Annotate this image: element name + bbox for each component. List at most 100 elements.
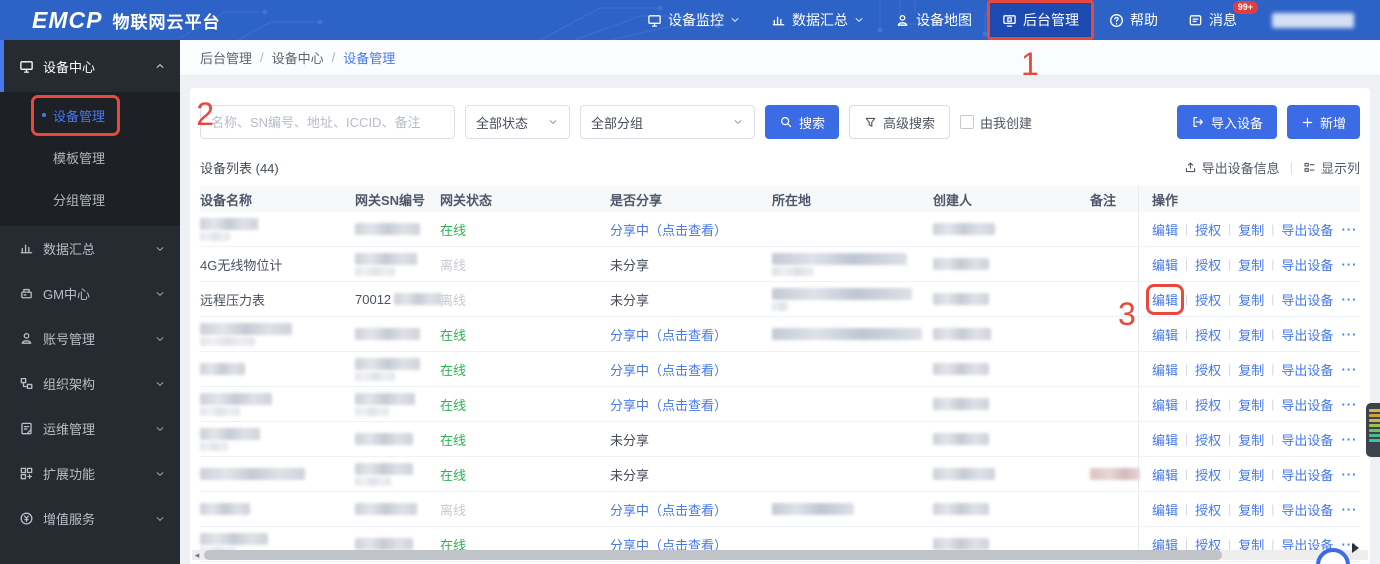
op-edit-link[interactable]: 编辑 [1152, 465, 1178, 484]
nav-item-device-map[interactable]: 设备地图 [880, 0, 987, 40]
op-more-link[interactable]: ··· [1341, 292, 1357, 307]
op-more-link[interactable]: ··· [1341, 432, 1357, 447]
breadcrumb-item[interactable]: 设备管理 [343, 48, 395, 67]
op-copy-link[interactable]: 复制 [1238, 395, 1264, 414]
op-edit-link[interactable]: 编辑 3 [1118, 283, 1185, 330]
op-more-link[interactable]: ··· [1341, 222, 1357, 237]
gateway-status: 在线 [440, 397, 467, 413]
op-export-device-link[interactable]: 导出设备 [1281, 290, 1333, 309]
columns-icon [1303, 161, 1316, 174]
op-edit-link[interactable]: 编辑 [1152, 325, 1178, 344]
floating-side-widget[interactable] [1366, 403, 1380, 457]
sidebar-section-org-structure: 组织架构 [0, 361, 180, 406]
sidebar-item-group-manage[interactable]: 分组管理 [0, 178, 180, 220]
op-more-link[interactable]: ··· [1341, 257, 1357, 272]
op-edit-link[interactable]: 编辑 [1152, 255, 1178, 274]
op-copy-link[interactable]: 复制 [1238, 325, 1264, 344]
op-edit-link[interactable]: 编辑 [1152, 360, 1178, 379]
op-copy-link[interactable]: 复制 [1238, 255, 1264, 274]
advanced-search-button[interactable]: 高级搜索 [849, 105, 951, 139]
op-edit-link[interactable]: 编辑 [1152, 430, 1178, 449]
op-more-link[interactable]: ··· [1341, 467, 1357, 482]
sidebar-item-value-service[interactable]: 增值服务 [0, 496, 180, 541]
share-status-link[interactable]: 分享中（点击查看） [610, 220, 727, 239]
annotation-step-1: 1 [1021, 46, 1039, 82]
op-copy-link[interactable]: 复制 [1238, 430, 1264, 449]
nav-item-message[interactable]: 消息 99+ [1173, 0, 1258, 40]
op-export-device-link[interactable]: 导出设备 [1281, 395, 1333, 414]
floating-collapse-arrow[interactable] [1352, 543, 1359, 553]
sidebar-item-device-manage[interactable]: 设备管理 2 [0, 94, 214, 136]
sidebar-item-gm-center[interactable]: GM中心 [0, 271, 180, 316]
sidebar-item-template-manage[interactable]: 模板管理 [0, 136, 180, 178]
op-copy-link[interactable]: 复制 [1238, 290, 1264, 309]
search-button[interactable]: 搜索 [765, 105, 840, 139]
op-export-device-link[interactable]: 导出设备 [1281, 220, 1333, 239]
share-status-link[interactable]: 分享中（点击查看） [610, 500, 727, 519]
op-export-device-link[interactable]: 导出设备 [1281, 325, 1333, 344]
sidebar-item-device-center[interactable]: 设备中心 [0, 40, 180, 92]
op-more-link[interactable]: ··· [1341, 362, 1357, 377]
add-device-button[interactable]: 新增 [1286, 105, 1360, 139]
op-copy-link[interactable]: 复制 [1238, 220, 1264, 239]
scroll-left-arrow[interactable]: ◂ [192, 550, 202, 560]
share-status-link[interactable]: 分享中（点击查看） [610, 360, 727, 379]
op-export-device-link[interactable]: 导出设备 [1281, 500, 1333, 519]
op-copy-link[interactable]: 复制 [1238, 465, 1264, 484]
op-export-device-link[interactable]: 导出设备 [1281, 255, 1333, 274]
op-authorize-link[interactable]: 授权 [1195, 500, 1221, 519]
show-columns-link[interactable]: 显示列 [1303, 158, 1360, 177]
share-status-link[interactable]: 分享中（点击查看） [610, 325, 727, 344]
group-select[interactable]: 全部分组 [580, 105, 755, 139]
breadcrumb-item[interactable]: 后台管理 [200, 48, 252, 67]
redacted-blur [933, 223, 995, 235]
horizontal-scrollbar[interactable]: ◂ [192, 550, 1368, 560]
sidebar-item-org-structure[interactable]: 组织架构 [0, 361, 180, 406]
nav-item-admin-manage[interactable]: 后台管理 1 [987, 0, 1094, 80]
sidebar-item-extend-func[interactable]: 扩展功能 [0, 451, 180, 496]
op-edit-link[interactable]: 编辑 [1152, 500, 1178, 519]
sidebar-child-label: 分组管理 [53, 192, 106, 208]
op-authorize-link[interactable]: 授权 [1195, 290, 1221, 309]
op-authorize-link[interactable]: 授权 [1195, 360, 1221, 379]
redacted-blur [355, 392, 415, 405]
sidebar-item-ops-manage[interactable]: 运维管理 [0, 406, 180, 451]
share-status-link[interactable]: 分享中（点击查看） [610, 395, 727, 414]
breadcrumb-item[interactable]: 设备中心 [272, 48, 324, 67]
op-more-link[interactable]: ··· [1341, 397, 1357, 412]
sidebar-item-account-manage[interactable]: 账号管理 [0, 316, 180, 361]
sidebar-item-label: GM中心 [43, 287, 90, 302]
created-by-me-checkbox[interactable]: 由我创建 [960, 113, 1032, 132]
op-export-device-link[interactable]: 导出设备 [1281, 430, 1333, 449]
export-device-info-link[interactable]: 导出设备信息 [1184, 158, 1280, 177]
ops-icon [19, 421, 34, 436]
op-authorize-link[interactable]: 授权 [1195, 255, 1221, 274]
org-icon [19, 376, 34, 391]
username-redacted[interactable] [1272, 12, 1354, 28]
op-edit-link[interactable]: 编辑 [1152, 220, 1178, 239]
scrollbar-thumb[interactable] [204, 550, 1222, 560]
op-copy-link[interactable]: 复制 [1238, 360, 1264, 379]
nav-item-data-summary[interactable]: 数据汇总 [756, 0, 880, 40]
op-authorize-link[interactable]: 授权 [1195, 430, 1221, 449]
share-status: 未分享 [610, 292, 650, 308]
status-select[interactable]: 全部状态 [465, 105, 570, 139]
op-more-link[interactable]: ··· [1341, 327, 1357, 342]
op-authorize-link[interactable]: 授权 [1195, 220, 1221, 239]
device-search-input[interactable] [200, 105, 455, 139]
op-copy-link[interactable]: 复制 [1238, 500, 1264, 519]
column-header: 网关SN编号 [355, 192, 426, 208]
op-export-device-link[interactable]: 导出设备 [1281, 360, 1333, 379]
chevron-down-icon [154, 423, 166, 435]
op-authorize-link[interactable]: 授权 [1195, 325, 1221, 344]
nav-item-help[interactable]: 帮助 [1094, 0, 1173, 40]
op-authorize-link[interactable]: 授权 [1195, 395, 1221, 414]
import-device-button[interactable]: 导入设备 [1176, 105, 1277, 139]
op-more-link[interactable]: ··· [1341, 502, 1357, 517]
nav-item-device-monitor[interactable]: 设备监控 [632, 0, 756, 40]
sidebar-item-data-summary[interactable]: 数据汇总 [0, 226, 180, 271]
checkbox-box[interactable] [960, 115, 975, 129]
op-edit-link[interactable]: 编辑 [1152, 395, 1178, 414]
op-authorize-link[interactable]: 授权 [1195, 465, 1221, 484]
op-export-device-link[interactable]: 导出设备 [1281, 465, 1333, 484]
